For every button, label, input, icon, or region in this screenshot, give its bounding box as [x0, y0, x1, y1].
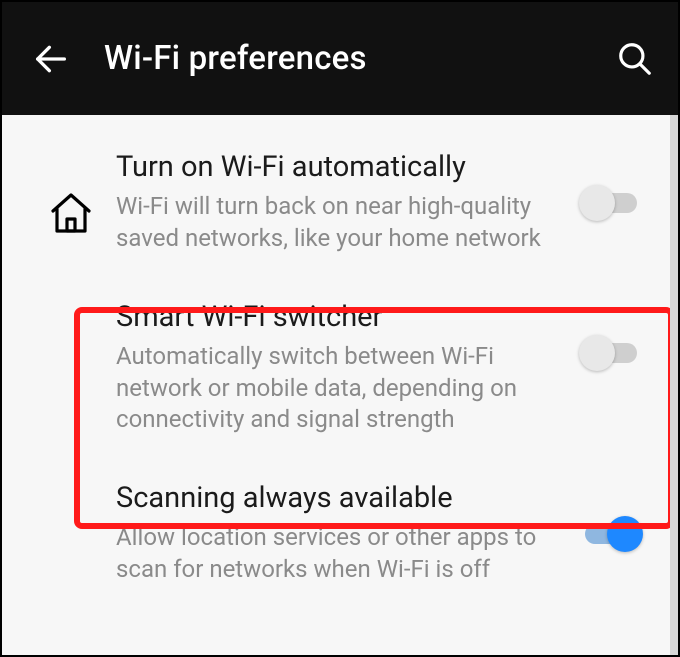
setting-description: Allow location services or other apps to… [116, 522, 560, 585]
setting-scanning-always-available[interactable]: Scanning always available Allow location… [2, 458, 678, 608]
setting-title: Scanning always available [116, 480, 560, 516]
home-icon [47, 189, 95, 237]
setting-description: Automatically switch between Wi-Fi netwo… [116, 341, 560, 436]
setting-smart-wifi-switcher[interactable]: Smart Wi-Fi switcher Automatically switc… [2, 277, 678, 458]
back-button[interactable] [28, 36, 74, 82]
settings-list: Turn on Wi-Fi automatically Wi-Fi will t… [2, 115, 678, 607]
settings-screen: Wi-Fi preferences Turn on Wi-Fi automati… [0, 0, 680, 657]
page-title: Wi-Fi preferences [104, 39, 612, 78]
setting-title: Turn on Wi-Fi automatically [116, 149, 560, 185]
toggle-turn-on-wifi-automatically[interactable] [579, 185, 643, 221]
setting-turn-on-wifi-automatically[interactable]: Turn on Wi-Fi automatically Wi-Fi will t… [2, 127, 678, 277]
toggle-scanning-always-available[interactable] [579, 516, 643, 552]
search-button[interactable] [612, 36, 658, 82]
arrow-left-icon [31, 39, 71, 79]
app-bar: Wi-Fi preferences [2, 2, 678, 115]
setting-title: Smart Wi-Fi switcher [116, 299, 560, 335]
setting-description: Wi-Fi will turn back on near high-qualit… [116, 191, 560, 254]
toggle-smart-wifi-switcher[interactable] [579, 335, 643, 371]
scrollbar[interactable] [670, 115, 678, 657]
search-icon [616, 40, 654, 78]
